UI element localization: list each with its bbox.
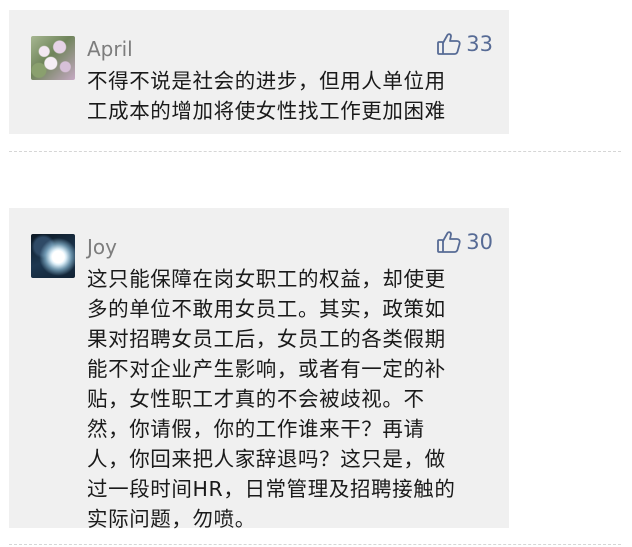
avatar[interactable] — [31, 234, 75, 278]
like-count: 33 — [466, 32, 493, 56]
like-button[interactable]: 33 — [436, 32, 493, 56]
like-button[interactable]: 30 — [436, 230, 493, 254]
comment-divider — [9, 544, 621, 545]
like-count: 30 — [466, 230, 493, 254]
comment-card: Joy 30 这只能保障在岗女职工的权益，却使更 多的单位不敢用女员工。其实，政… — [9, 208, 509, 531]
comment-text: 这只能保障在岗女职工的权益，却使更 多的单位不敢用女员工。其实，政策如 果对招聘… — [87, 267, 456, 531]
avatar[interactable] — [31, 36, 75, 80]
comment-text: 不得不说是社会的进步，但用人单位用 工成本的增加将使女性找工作更加困难 — [87, 69, 446, 123]
thumbs-up-icon — [436, 230, 462, 254]
comment-username[interactable]: Joy — [87, 235, 117, 259]
comment-divider — [9, 151, 621, 152]
thumbs-up-icon — [436, 32, 462, 56]
comment-username[interactable]: April — [87, 37, 133, 61]
comment-card: April 33 不得不说是社会的进步，但用人单位用 工成本的增加将使女性找工作… — [9, 10, 509, 134]
